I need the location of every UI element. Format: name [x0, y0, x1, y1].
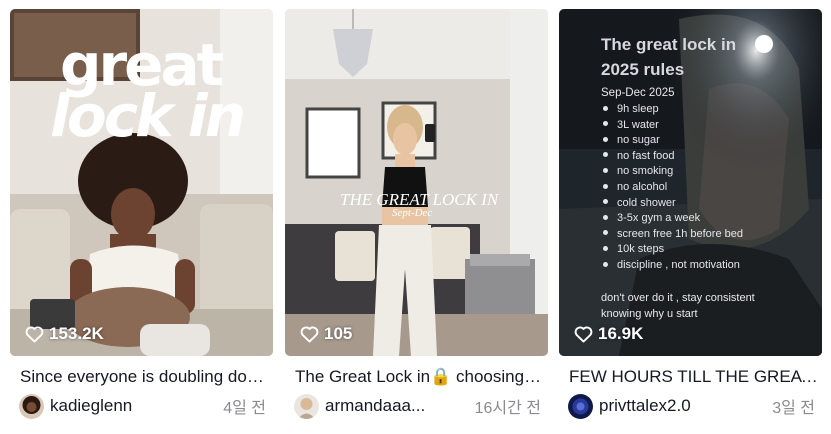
rule-item: 3L water: [603, 118, 743, 134]
video-title[interactable]: Since everyone is doubling down on the g…: [20, 367, 270, 387]
overlay-text-line-2: lock in: [50, 82, 246, 150]
like-count-value: 105: [324, 324, 353, 343]
like-count-value: 16.9K: [598, 324, 644, 343]
like-count: 153.2K: [25, 324, 104, 344]
rule-item: cold shower: [603, 196, 743, 212]
video-card[interactable]: THE GREAT LOCK IN Sept-Dec 105 The Great…: [285, 9, 548, 423]
overlay-heading-2: 2025 rules: [601, 60, 685, 79]
posted-time: 16시간 전: [474, 400, 541, 417]
video-meta: kadieglenn 4일 전: [19, 393, 266, 419]
video-meta: privttalex2.0 3일 전: [568, 393, 815, 419]
heart-outline-icon: [25, 326, 44, 343]
video-thumbnail[interactable]: great lock in 153.2K: [10, 9, 273, 356]
username[interactable]: armandaaa...: [325, 396, 425, 416]
rules-list: 9h sleep 3L water no sugar no fast food …: [603, 102, 743, 274]
heart-outline-icon: [300, 326, 319, 343]
overlay-footer-1: don't over do it , stay consistent: [601, 292, 755, 304]
like-count: 16.9K: [574, 324, 643, 344]
avatar[interactable]: [568, 393, 593, 419]
posted-time: 4일 전: [223, 400, 266, 417]
overlay-text-line-2: Sept-Dec: [392, 207, 433, 219]
video-title[interactable]: FEW HOURS TILL THE GREAT LOCK IN: [569, 367, 819, 387]
avatar[interactable]: [19, 393, 44, 419]
rule-item: no smoking: [603, 164, 743, 180]
rule-item: 10k steps: [603, 242, 743, 258]
video-meta: armandaaa... 16시간 전: [294, 393, 541, 419]
rule-item: screen free 1h before bed: [603, 227, 743, 243]
video-thumbnail[interactable]: THE GREAT LOCK IN Sept-Dec 105: [285, 9, 548, 356]
rule-item: no sugar: [603, 133, 743, 149]
video-card[interactable]: great lock in 153.2K Since everyone is d…: [10, 9, 273, 423]
rule-item: discipline , not motivation: [603, 258, 743, 274]
overlay-heading-1: The great lock in: [601, 35, 737, 54]
rule-item: 9h sleep: [603, 102, 743, 118]
overlay-footer-2: knowing why u start: [601, 308, 698, 320]
video-card[interactable]: The great lock in 2025 rules Sep-Dec 202…: [559, 9, 822, 423]
avatar[interactable]: [294, 393, 319, 419]
like-count-value: 153.2K: [49, 324, 104, 343]
username[interactable]: kadieglenn: [50, 396, 132, 416]
posted-time: 3일 전: [772, 400, 815, 417]
overlay-subheading: Sep-Dec 2025: [601, 87, 675, 99]
rule-item: no alcohol: [603, 180, 743, 196]
video-thumbnail[interactable]: The great lock in 2025 rules Sep-Dec 202…: [559, 9, 822, 356]
username[interactable]: privttalex2.0: [599, 396, 691, 416]
heart-outline-icon: [574, 326, 593, 343]
rule-item: 3-5x gym a week: [603, 211, 743, 227]
video-title[interactable]: The Great Lock in🔒 choosing myself: [295, 367, 545, 387]
like-count: 105: [300, 324, 352, 344]
thumbnail-image: [285, 9, 548, 356]
rule-item: no fast food: [603, 149, 743, 165]
